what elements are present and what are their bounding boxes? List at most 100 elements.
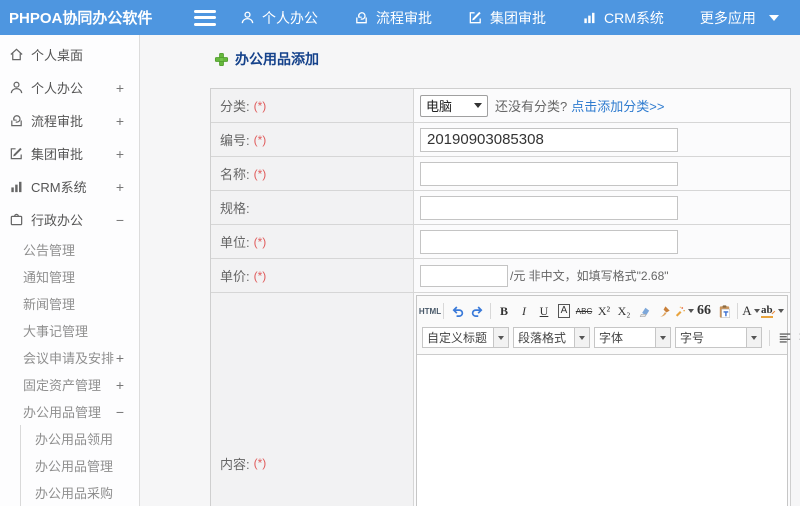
price-suffix: /元 非中文，如填写格式"2.68" [510,269,669,283]
nav-label: 集团审批 [490,9,546,26]
edit-icon [469,11,481,24]
rich-text-editor: HTML B I U A ABC X² X₂ 66 A ab 自定义标题 段落格… [416,295,800,506]
redo-icon [471,305,482,317]
paste-format-button[interactable] [714,301,734,321]
sidebar-item-admin-office[interactable]: 行政办公 − [0,203,139,236]
user-icon [241,11,254,24]
subscript-button[interactable]: X₂ [614,301,634,321]
menu-icon[interactable] [194,9,216,26]
price-input[interactable] [420,264,508,287]
sidebar-item-supplies-management[interactable]: 办公用品管理 [21,452,139,479]
redo-button[interactable] [467,301,487,321]
highlight-color-button[interactable]: ab [761,301,784,321]
name-input[interactable] [420,161,678,186]
sidebar-supplies-submenu: 办公用品领用 办公用品管理 办公用品采购 [20,425,139,506]
underline-button[interactable]: U [534,301,554,321]
expand-sign: + [115,112,124,129]
sidebar-item-fixed-assets-mgmt[interactable]: 固定资产管理 + [0,371,139,398]
nav-item-crm[interactable]: CRM系统 [582,8,664,28]
category-select[interactable]: 电脑 [420,94,488,117]
topbar: PHPOA协同办公软件 个人办公 流程审批 集团审批 CRM系统 更多应用 [0,0,800,35]
form-row-category: 分类: (*) 电脑 还没有分类? 点击添加分类>> [211,89,790,123]
font-size-select[interactable]: 字号 [675,327,762,348]
expand-sign: + [115,145,124,162]
field-label: 分类: (*) [211,89,414,122]
sidebar-item-office-supplies-mgmt[interactable]: 办公用品管理 − [0,398,139,425]
strikethrough-button[interactable]: ABC [574,301,594,321]
clipboard-icon [719,304,730,318]
caret-down-icon [768,14,779,21]
required-mark: (*) [253,98,267,113]
font-family-select[interactable]: 字体 [594,327,671,348]
sidebar-admin-submenu: 公告管理 通知管理 新闻管理 大事记管理 会议申请及安排 + 固定资产管理 + … [0,236,139,506]
auto-typeset-button[interactable] [674,301,694,321]
expand-sign: + [115,376,124,393]
sidebar: 个人桌面 个人办公 + 流程审批 + 集团审批 + CRM系统 + 行政办公 − [0,35,140,506]
field-label: 编号: (*) [211,123,414,156]
edit-icon [10,147,22,160]
editor-body[interactable] [417,355,787,506]
nav-item-group-approval[interactable]: 集团审批 [468,8,546,28]
font-border-button[interactable]: A [554,301,574,321]
nav-label: 流程审批 [376,9,432,26]
superscript-button[interactable]: X² [594,301,614,321]
sidebar-item-crm[interactable]: CRM系统 + [0,170,139,203]
sidebar-item-workflow-approval[interactable]: 流程审批 + [0,104,139,137]
field-label: 名称: (*) [211,157,414,190]
add-category-link[interactable]: 点击添加分类>> [571,96,664,115]
sidebar-item-desktop[interactable]: 个人桌面 [0,38,139,71]
align-center-button[interactable] [795,328,800,348]
chart-icon [11,181,22,193]
eraser-button[interactable] [634,301,654,321]
required-mark: (*) [253,166,267,181]
format-brush-button[interactable] [654,301,674,321]
form-row-content: 内容: (*) HTML B I U A ABC X² X₂ 66 A ab 自… [211,293,800,506]
spec-input[interactable] [420,195,678,220]
required-mark: (*) [253,456,267,470]
nav-item-more-apps[interactable]: 更多应用 [700,8,779,28]
home-icon [10,48,23,61]
font-color-button[interactable]: A [741,301,761,321]
sidebar-item-group-approval[interactable]: 集团审批 + [0,137,139,170]
expand-sign: + [115,178,124,195]
align-left-button[interactable] [775,328,795,348]
sidebar-item-announcement-mgmt[interactable]: 公告管理 [0,236,139,263]
required-mark: (*) [253,132,267,147]
form-row-code: 编号: (*) [211,123,790,157]
caret-down-icon [660,335,666,340]
top-nav: 个人办公 流程审批 集团审批 CRM系统 更多应用 [240,8,779,28]
paragraph-format-select[interactable]: 段落格式 [513,327,590,348]
sidebar-item-personal-office[interactable]: 个人办公 + [0,71,139,104]
nav-item-workflow-approval[interactable]: 流程审批 [354,8,432,28]
code-input[interactable] [420,127,678,152]
category-hint: 还没有分类? [495,99,568,114]
required-mark: (*) [253,234,267,249]
caret-down-icon [751,335,757,340]
sidebar-item-meeting-mgmt[interactable]: 会议申请及安排 + [0,344,139,371]
workflow-icon [356,12,367,24]
editor-toolbar-row-2: 自定义标题 段落格式 字体 字号 [420,324,800,351]
bold-button[interactable]: B [494,301,514,321]
field-label: 内容: (*) [211,293,414,506]
nav-item-personal-office[interactable]: 个人办公 [240,8,318,28]
form-row-spec: 规格: [211,191,790,225]
unit-input[interactable] [420,229,678,254]
sidebar-item-memorabilia-mgmt[interactable]: 大事记管理 [0,317,139,344]
sidebar-item-news-mgmt[interactable]: 新闻管理 [0,290,139,317]
magic-format-icon [675,306,685,317]
html-source-button[interactable]: HTML [419,301,441,321]
sidebar-item-supplies-requisition[interactable]: 办公用品领用 [21,425,139,452]
caret-down-icon [579,335,585,340]
expand-sign: − [115,403,124,420]
caret-down-icon [498,335,504,340]
expand-sign: − [115,211,124,228]
user-icon [10,81,23,94]
plus-icon [214,52,229,66]
field-label: 规格: [211,191,414,224]
sidebar-item-notice-mgmt[interactable]: 通知管理 [0,263,139,290]
undo-button[interactable] [447,301,467,321]
italic-button[interactable]: I [514,301,534,321]
custom-title-select[interactable]: 自定义标题 [422,327,509,348]
blockquote-button[interactable]: 66 [694,301,714,321]
sidebar-item-supplies-purchase[interactable]: 办公用品采购 [21,479,139,506]
